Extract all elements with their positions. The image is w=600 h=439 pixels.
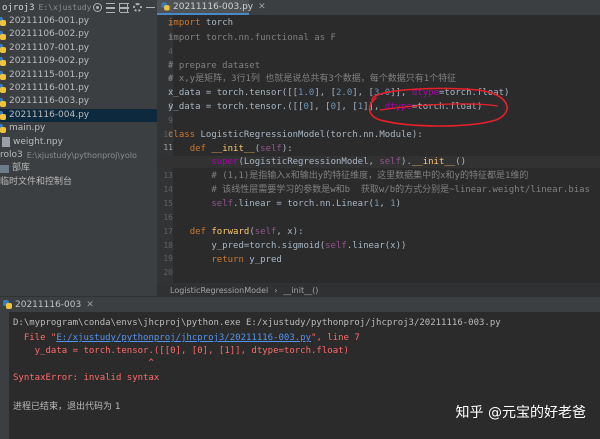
file-item[interactable]: main.py: [0, 122, 157, 135]
code-line-10: def __init__(self):: [168, 143, 293, 155]
tab-label: 20211116-003.py: [173, 2, 253, 12]
file-item[interactable]: 20211116-001.py: [0, 82, 157, 95]
code-line-14: self.linear = torch.nn.Linear(1, 1): [168, 198, 401, 210]
file-item-label: 20211106-001.py: [9, 15, 89, 28]
code-line-4: # prepare dataset: [168, 60, 260, 72]
breadcrumb-method[interactable]: __init__(): [283, 286, 318, 295]
code-line-12: # (1,1)是指输入x和输出y的特征维度，这里数据集中的x和y的特征都是1维的: [168, 170, 528, 182]
project-root[interactable]: ojroj3 E:\xjustudy\pythonproj\jh: [0, 0, 157, 15]
breadcrumb: LogisticRegressionModel › __init__(): [157, 283, 600, 296]
file-item[interactable]: 20211107-001.py: [0, 42, 157, 55]
file-item-label: 20211116-004.py: [9, 109, 89, 122]
close-icon[interactable]: ✕: [86, 300, 94, 310]
code-line-5: # x,y是矩阵，3行1列 也就是说总共有3个数据，每个数据只有1个特征: [168, 73, 456, 85]
line-number: 20: [157, 268, 173, 277]
project-root-name: ojroj3: [0, 3, 35, 13]
line-number: 1: [157, 4, 173, 13]
breadcrumb-separator: ›: [268, 286, 283, 295]
traceback-prefix: File ": [13, 333, 56, 343]
code-line-1: import torch: [168, 17, 233, 29]
python-file-icon: [0, 57, 6, 66]
file-item[interactable]: 20211116-004.py: [0, 109, 157, 122]
scratches-and-consoles[interactable]: 临时文件和控制台: [0, 176, 157, 189]
code-line-11: super(LogisticRegressionModel, self).__i…: [168, 156, 466, 168]
file-item[interactable]: 20211106-002.py: [0, 28, 157, 41]
file-list: 20211106-001.py20211106-002.py20211107-0…: [0, 15, 157, 189]
file-item-label: 20211115-001.py: [9, 69, 89, 82]
file-item-label: 20211116-003.py: [9, 95, 89, 108]
file-item[interactable]: weight.npy: [0, 136, 157, 149]
folder-path: E:\xjustudy\pythonproj\yolo: [23, 149, 137, 162]
library-icon: [0, 165, 9, 173]
code-line-6: x_data = torch.tensor([[1.0], [2.0], [3.…: [168, 87, 509, 99]
line-number: 16: [157, 213, 173, 222]
traceback-suffix: ", line 7: [311, 333, 360, 343]
scratches-label: 临时文件和控制台: [0, 176, 72, 189]
run-tab-label: 20211116-003: [15, 300, 81, 310]
file-item-label: main.py: [9, 122, 45, 135]
expand-all-icon[interactable]: [106, 3, 115, 12]
close-icon[interactable]: ✕: [258, 2, 266, 12]
python-file-icon: [3, 300, 12, 309]
python-file-icon: [0, 44, 6, 53]
file-item-label: 20211106-002.py: [9, 28, 89, 41]
exit-message: 进程已结束，退出代码为 1: [13, 401, 121, 413]
breadcrumb-class[interactable]: LogisticRegressionModel: [170, 286, 268, 295]
code-line-16: def forward(self, x):: [168, 226, 304, 238]
code-line-7: y_data = torch.tensor.([[0], [0], [1]], …: [168, 101, 482, 113]
traceback-caret: ^: [13, 357, 154, 369]
error-message: SyntaxError: invalid syntax: [13, 372, 159, 384]
traceback-file-line: File "E:/xjustudy/pythonproj/jhcproj3/20…: [13, 332, 360, 344]
run-tab[interactable]: 20211116-003 ✕: [0, 297, 600, 312]
file-item-label: 20211116-001.py: [9, 82, 89, 95]
python-file-icon: [0, 71, 6, 80]
line-number: 9: [157, 116, 173, 125]
python-file-icon: [0, 124, 6, 133]
file-item-label: 20211107-001.py: [9, 42, 89, 55]
traceback-code: y_data = torch.tensor.([[0], [0], [1]], …: [13, 345, 349, 357]
code-editor[interactable]: 20211116-003.py ✕ 1234567891011121314151…: [157, 0, 600, 296]
file-item[interactable]: 20211106-001.py: [0, 15, 157, 28]
code-line-17: y_pred=torch.sigmoid(self.linear(x)): [168, 240, 406, 252]
code-line-18: return y_pred: [168, 254, 282, 266]
file-icon: [2, 137, 10, 147]
code-line-9: class LogisticRegressionModel(torch.nn.M…: [168, 129, 423, 141]
sidebar-toolbar: [91, 0, 157, 15]
python-file-icon: [0, 31, 6, 40]
folder-label: rolo3: [0, 149, 23, 162]
zhihu-watermark: 知乎 @元宝的好老爸: [456, 402, 586, 422]
locate-file-icon[interactable]: [93, 3, 102, 12]
line-number: 4: [157, 47, 173, 56]
file-item[interactable]: 20211115-001.py: [0, 69, 157, 82]
project-sidebar: ojroj3 E:\xjustudy\pythonproj\jh 2021110…: [0, 0, 157, 296]
python-file-icon: [0, 84, 6, 93]
project-yolo3[interactable]: rolo3E:\xjustudy\pythonproj\yolo: [0, 149, 157, 162]
external-libraries-label: 部库: [12, 162, 30, 175]
run-command: D:\myprogram\conda\envs\jhcproj\python.e…: [13, 317, 501, 329]
gear-icon[interactable]: [133, 3, 142, 12]
code-line-13: # 该线性层需要学习的参数是w和b 获取w/b的方式分别是~linear.wei…: [168, 184, 590, 196]
file-item[interactable]: 20211116-003.py: [0, 95, 157, 108]
hide-icon[interactable]: [146, 3, 155, 12]
editor-tabbar: 20211116-003.py ✕: [157, 0, 600, 15]
run-toolbar: [0, 312, 9, 439]
file-item[interactable]: 20211109-002.py: [0, 55, 157, 68]
python-file-icon: [0, 98, 6, 107]
code-line-2: import torch.nn.functional as F: [168, 32, 336, 44]
python-file-icon: [0, 17, 6, 26]
python-file-icon: [0, 111, 6, 120]
external-libraries[interactable]: 部库: [0, 162, 157, 175]
traceback-file-link[interactable]: E:/xjustudy/pythonproj/jhcproj3/20211116…: [56, 333, 311, 343]
collapse-all-icon[interactable]: [119, 3, 128, 12]
file-item-label: 20211109-002.py: [9, 55, 89, 68]
file-item-label: weight.npy: [13, 136, 63, 149]
